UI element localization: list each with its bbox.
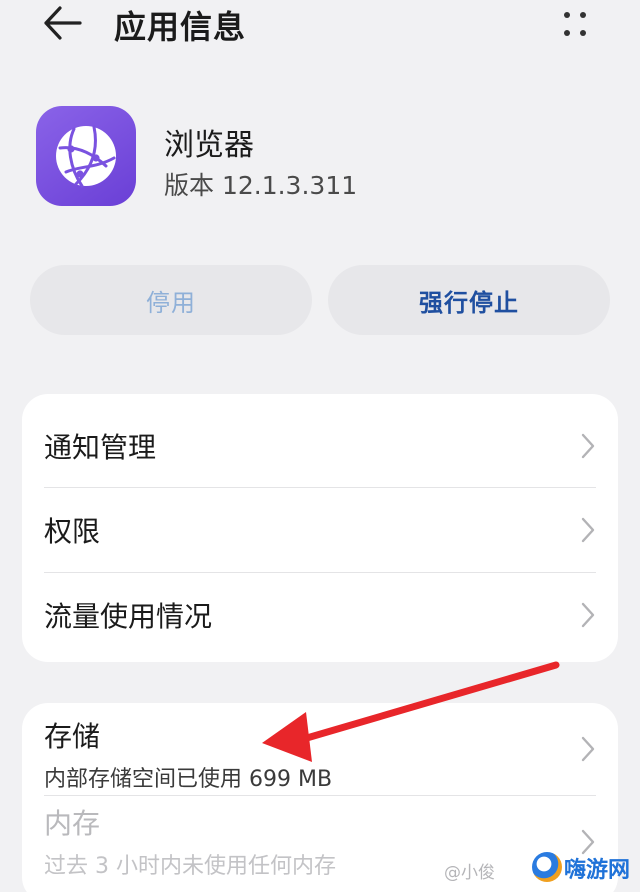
more-dot: [580, 12, 586, 18]
storage-title: 存储: [44, 720, 101, 753]
page-title: 应用信息: [114, 8, 247, 46]
watermark-logo-icon: [532, 852, 562, 882]
memory-title: 内存: [44, 807, 101, 840]
browser-globe-icon: [56, 125, 116, 188]
arrow-left-icon: [44, 6, 82, 40]
top-bar: 应用信息: [0, 0, 640, 50]
list-item-label: 流量使用情况: [44, 600, 213, 633]
settings-card: 通知管理 权限 流量使用情况: [22, 394, 618, 662]
list-item-permissions[interactable]: 权限: [22, 488, 618, 572]
watermark-brand: 嗨游网: [564, 858, 631, 883]
memory-subtitle: 过去 3 小时内未使用任何内存: [44, 854, 336, 879]
list-item-memory[interactable]: 内存 过去 3 小时内未使用任何内存: [22, 796, 618, 888]
chevron-right-icon: [581, 602, 595, 628]
app-info-screen: 应用信息 浏览器 版本 12.1.3.311 停用 强行停止 通知管理 权限 流…: [0, 0, 640, 892]
storage-card: 存储 内部存储空间已使用 699 MB 内存 过去 3 小时内未使用任何内存: [22, 703, 618, 892]
more-dot: [564, 30, 570, 36]
list-item-label: 通知管理: [44, 431, 157, 464]
list-item-data-usage[interactable]: 流量使用情况: [22, 573, 618, 657]
back-button[interactable]: [38, 2, 86, 44]
force-stop-button[interactable]: 强行停止: [328, 265, 610, 335]
storage-subtitle: 内部存储空间已使用 699 MB: [44, 767, 333, 792]
chevron-right-icon: [581, 736, 595, 762]
list-item-storage[interactable]: 存储 内部存储空间已使用 699 MB: [22, 703, 618, 795]
watermark-text: @小俊: [444, 863, 495, 883]
chevron-right-icon: [581, 517, 595, 543]
chevron-right-icon: [581, 433, 595, 459]
browser-app-icon: [36, 106, 136, 206]
list-item-notification-management[interactable]: 通知管理: [22, 404, 618, 488]
more-dot: [580, 30, 586, 36]
disable-button[interactable]: 停用: [30, 265, 312, 335]
list-item-label: 权限: [44, 515, 101, 548]
more-button[interactable]: [556, 6, 596, 40]
app-name: 浏览器: [164, 128, 254, 163]
app-version: 版本 12.1.3.311: [164, 171, 358, 200]
more-dots-icon: [564, 12, 570, 18]
